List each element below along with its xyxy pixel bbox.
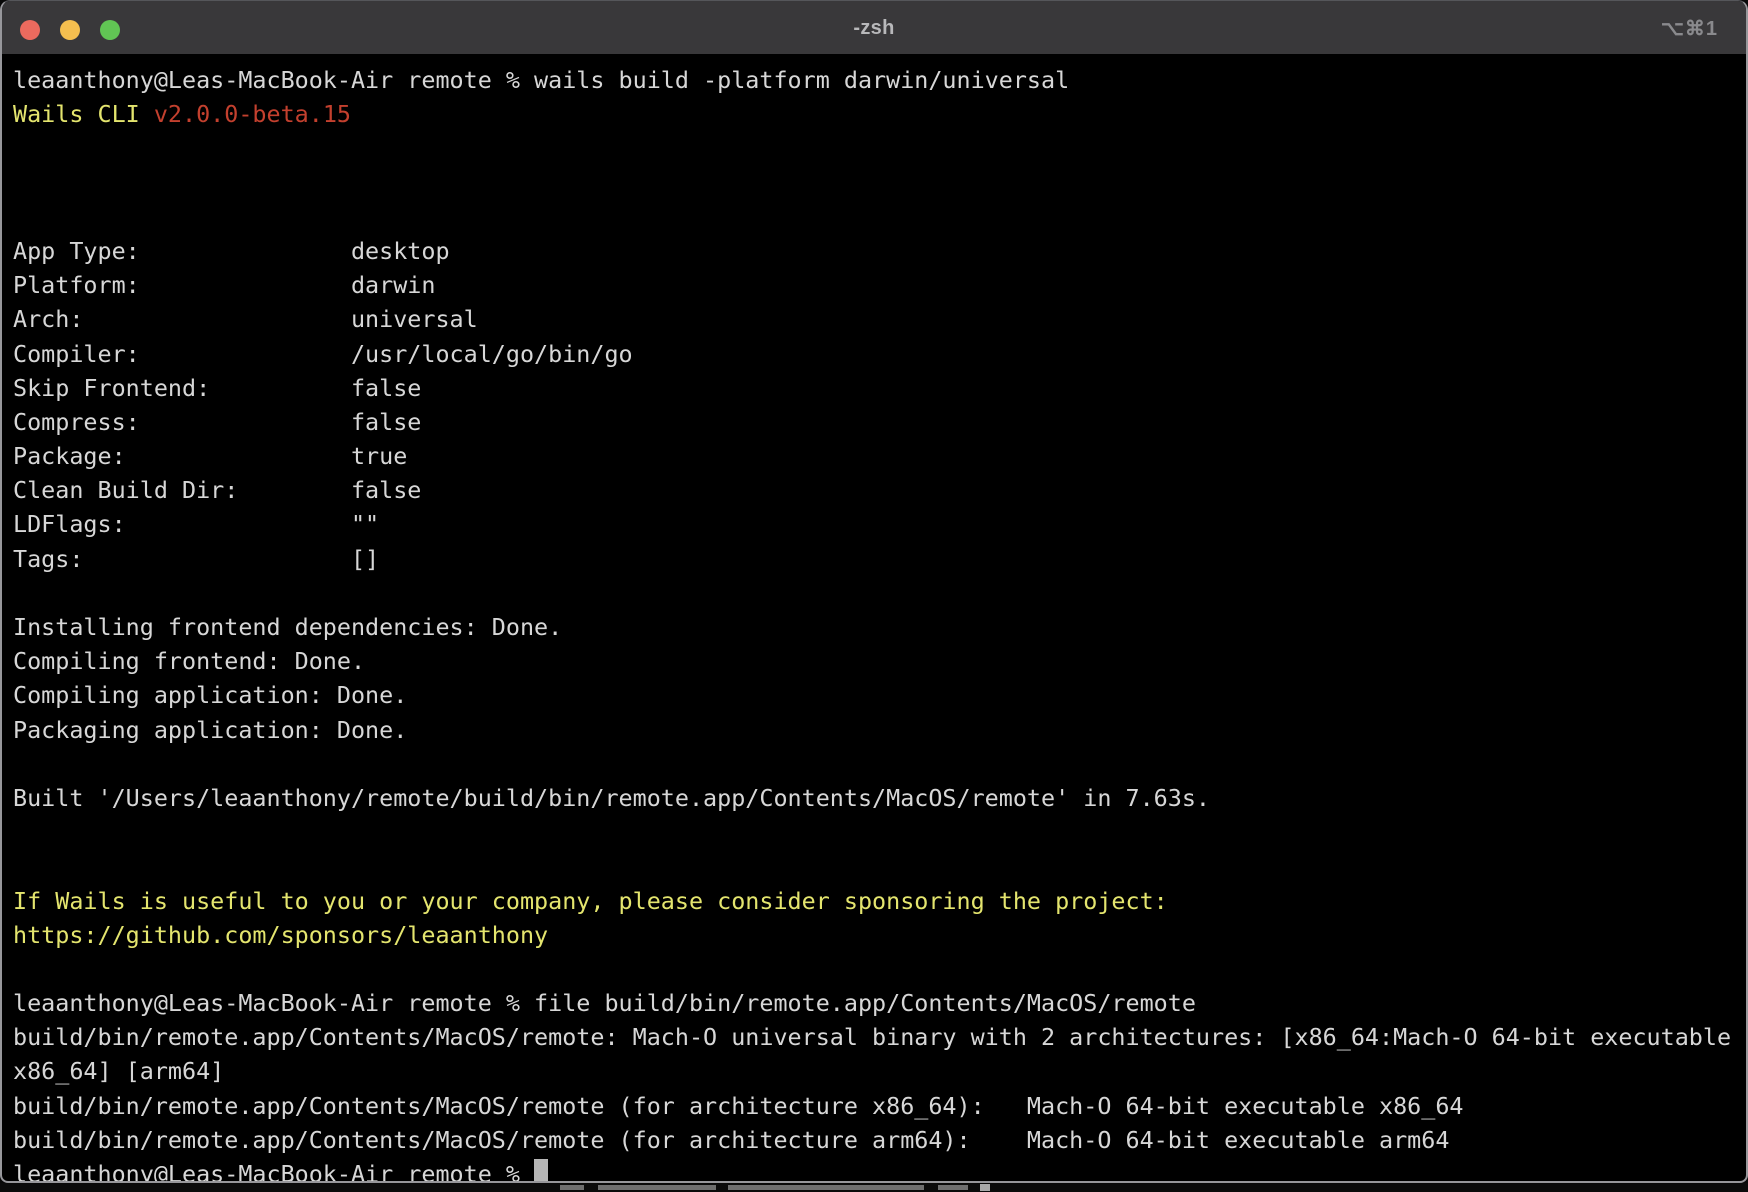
terminal-text: Arch: universal [13, 305, 478, 333]
terminal-text: Compiler: /usr/local/go/bin/go [13, 340, 633, 368]
terminal-line: https://github.com/sponsors/leaanthony [13, 918, 1746, 952]
terminal-text: Clean Build Dir: false [13, 476, 421, 504]
terminal-line: Packaging application: Done. [13, 713, 1746, 747]
terminal-line: leaanthony@Leas-MacBook-Air remote % wai… [13, 63, 1746, 97]
terminal-text: v2.0.0-beta.15 [154, 100, 351, 128]
terminal-text: LDFlags: "" [13, 510, 379, 538]
terminal-line: leaanthony@Leas-MacBook-Air remote % [13, 1157, 1746, 1183]
terminal-text: If Wails is useful to you or your compan… [13, 887, 1168, 915]
terminal-text: build/bin/remote.app/Contents/MacOS/remo… [13, 1023, 1731, 1051]
window-title: -zsh [2, 1, 1746, 55]
terminal-text: build/bin/remote.app/Contents/MacOS/remo… [13, 1092, 1463, 1120]
background-window-sliver [0, 1183, 1748, 1192]
terminal-line: Clean Build Dir: false [13, 473, 1746, 507]
terminal-line: Tags: [] [13, 542, 1746, 576]
terminal-line: build/bin/remote.app/Contents/MacOS/remo… [13, 1020, 1746, 1054]
terminal-line: build/bin/remote.app/Contents/MacOS/remo… [13, 1089, 1746, 1123]
terminal-line [13, 200, 1746, 234]
terminal-text: Installing frontend dependencies: Done. [13, 613, 562, 641]
terminal-line: build/bin/remote.app/Contents/MacOS/remo… [13, 1123, 1746, 1157]
terminal-text: Wails CLI [13, 100, 154, 128]
terminal-text: Packaging application: Done. [13, 716, 407, 744]
terminal-text: Compiling frontend: Done. [13, 647, 365, 675]
terminal-text: Platform: darwin [13, 271, 435, 299]
terminal-window: -zsh ⌥⌘1 leaanthony@Leas-MacBook-Air rem… [0, 0, 1748, 1183]
terminal-line [13, 952, 1746, 986]
terminal-line: Installing frontend dependencies: Done. [13, 610, 1746, 644]
terminal-line [13, 849, 1746, 883]
terminal-text: leaanthony@Leas-MacBook-Air remote % [13, 1160, 534, 1183]
terminal-text: leaanthony@Leas-MacBook-Air remote % wai… [13, 66, 1069, 94]
terminal-line: App Type: desktop [13, 234, 1746, 268]
terminal-line: Built '/Users/leaanthony/remote/build/bi… [13, 781, 1746, 815]
terminal-line [13, 576, 1746, 610]
terminal-cursor [534, 1159, 548, 1183]
terminal-text: Tags: [] [13, 545, 379, 573]
terminal-text: Compiling application: Done. [13, 681, 407, 709]
terminal-line: Compiler: /usr/local/go/bin/go [13, 337, 1746, 371]
terminal-text: Package: true [13, 442, 407, 470]
terminal-line: x86_64] [arm64] [13, 1054, 1746, 1088]
terminal-line: Platform: darwin [13, 268, 1746, 302]
terminal-text: leaanthony@Leas-MacBook-Air remote % fil… [13, 989, 1196, 1017]
terminal-line: Skip Frontend: false [13, 371, 1746, 405]
terminal-line [13, 131, 1746, 165]
terminal-line [13, 815, 1746, 849]
terminal-screen[interactable]: leaanthony@Leas-MacBook-Air remote % wai… [2, 55, 1746, 1183]
terminal-line: Package: true [13, 439, 1746, 473]
terminal-line [13, 747, 1746, 781]
titlebar[interactable]: -zsh ⌥⌘1 [2, 1, 1746, 55]
window-shortcut-badge: ⌥⌘1 [1661, 1, 1718, 55]
terminal-text: x86_64] [arm64] [13, 1057, 224, 1085]
terminal-line: Wails CLI v2.0.0-beta.15 [13, 97, 1746, 131]
terminal-text: Compress: false [13, 408, 421, 436]
terminal-text: Skip Frontend: false [13, 374, 421, 402]
terminal-text: https://github.com/sponsors/leaanthony [13, 921, 548, 949]
terminal-text: Built '/Users/leaanthony/remote/build/bi… [13, 784, 1210, 812]
terminal-line: If Wails is useful to you or your compan… [13, 884, 1746, 918]
terminal-line: Compiling frontend: Done. [13, 644, 1746, 678]
terminal-line: Arch: universal [13, 302, 1746, 336]
terminal-line: LDFlags: "" [13, 507, 1746, 541]
terminal-line: Compress: false [13, 405, 1746, 439]
terminal-text: App Type: desktop [13, 237, 450, 265]
terminal-line: Compiling application: Done. [13, 678, 1746, 712]
terminal-line: leaanthony@Leas-MacBook-Air remote % fil… [13, 986, 1746, 1020]
terminal-text: build/bin/remote.app/Contents/MacOS/remo… [13, 1126, 1449, 1154]
terminal-line [13, 166, 1746, 200]
